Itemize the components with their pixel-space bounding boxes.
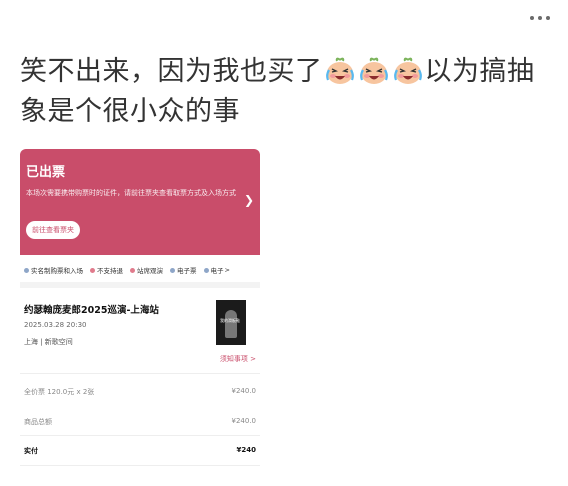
- post-text: 笑不出来，因为我也买了 以为搞抽象是个很小众的事: [20, 52, 560, 132]
- show-venue: 上海 | 新歌空间: [24, 338, 73, 346]
- chevron-right-icon[interactable]: ❯: [244, 193, 254, 207]
- section-divider: [20, 282, 260, 288]
- ticket-order-card: 已出票 本场次需要携带购票时的证件，请前往票夹查看取票方式及入场方式 ❯ 前往查…: [20, 149, 260, 471]
- price-row-label: 全价票 120.0元 x 2张: [24, 388, 95, 396]
- subtotal-row: 商品总额 ¥240.0: [24, 417, 256, 427]
- tag-dot-icon: [90, 267, 95, 273]
- ticket-tags: 实名制购票和入场 不支持退 站席观演 电子票 电子 >: [24, 264, 260, 276]
- show-title[interactable]: 约瑟翰庞麦郎2025巡演-上海站: [24, 302, 159, 316]
- tag-dot-icon: [130, 267, 135, 273]
- post-text-before: 笑不出来，因为我也买了: [20, 56, 323, 87]
- poster-figure: [225, 310, 237, 338]
- tag-e-ticket: 电子票: [170, 264, 197, 276]
- more-options-button[interactable]: [530, 16, 550, 20]
- ticket-description: 本场次需要携带购票时的证件，请前往票夹查看取票方式及入场方式: [26, 189, 236, 197]
- laugh-cry-emoji-icon: [325, 57, 354, 84]
- ticket-status: 已出票: [26, 165, 66, 180]
- laugh-cry-emoji-icon: [393, 57, 422, 84]
- tag-standing: 站席观演: [130, 264, 163, 276]
- more-dot-icon: [546, 16, 550, 20]
- tag-no-refund: 不支持退: [90, 264, 123, 276]
- tag-dot-icon: [24, 267, 29, 273]
- laugh-cry-emoji-icon: [359, 57, 388, 84]
- divider: [20, 435, 260, 436]
- more-dot-icon: [538, 16, 542, 20]
- paid-label: 实付: [24, 447, 38, 455]
- view-ticket-button[interactable]: 前往查看票夹: [26, 221, 80, 239]
- more-dot-icon: [530, 16, 534, 20]
- show-datetime: 2025.03.28 20:30: [24, 321, 87, 329]
- price-row: 全价票 120.0元 x 2张 ¥240.0: [24, 387, 256, 397]
- show-poster-image[interactable]: 我的滑板鞋: [216, 300, 246, 345]
- notice-link[interactable]: 须知事项 >: [220, 354, 256, 364]
- divider: [20, 373, 260, 374]
- paid-value: ¥240: [236, 446, 256, 454]
- tag-real-name: 实名制购票和入场: [24, 264, 83, 276]
- tag-dot-icon: [170, 267, 175, 273]
- ticket-status-banner[interactable]: 已出票 本场次需要携带购票时的证件，请前往票夹查看取票方式及入场方式 ❯ 前往查…: [20, 149, 260, 255]
- tag-e-more: 电子 >: [203, 264, 230, 276]
- subtotal-label: 商品总额: [24, 418, 52, 426]
- price-row-value: ¥240.0: [231, 387, 257, 395]
- paid-row: 实付 ¥240: [24, 446, 256, 456]
- divider: [20, 465, 260, 466]
- subtotal-value: ¥240.0: [231, 417, 257, 425]
- poster-title: 我的滑板鞋: [220, 318, 240, 323]
- tag-dot-icon: [203, 267, 209, 273]
